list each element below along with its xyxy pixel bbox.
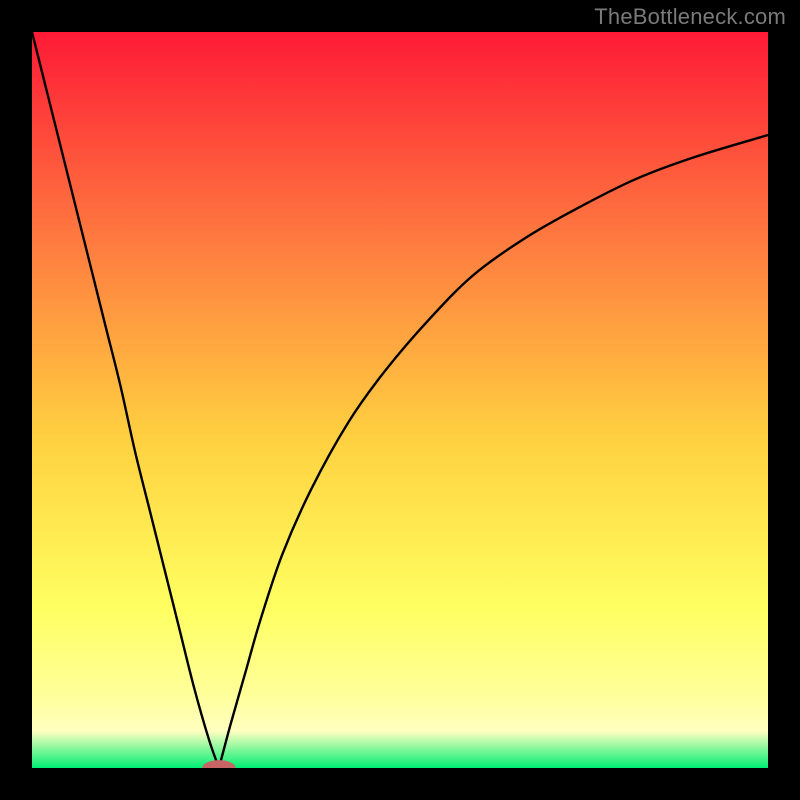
watermark-text: TheBottleneck.com [594, 4, 786, 30]
chart-frame: TheBottleneck.com [0, 0, 800, 800]
gradient-background [32, 32, 768, 768]
chart-svg [32, 32, 768, 768]
bottleneck-chart [32, 32, 768, 768]
